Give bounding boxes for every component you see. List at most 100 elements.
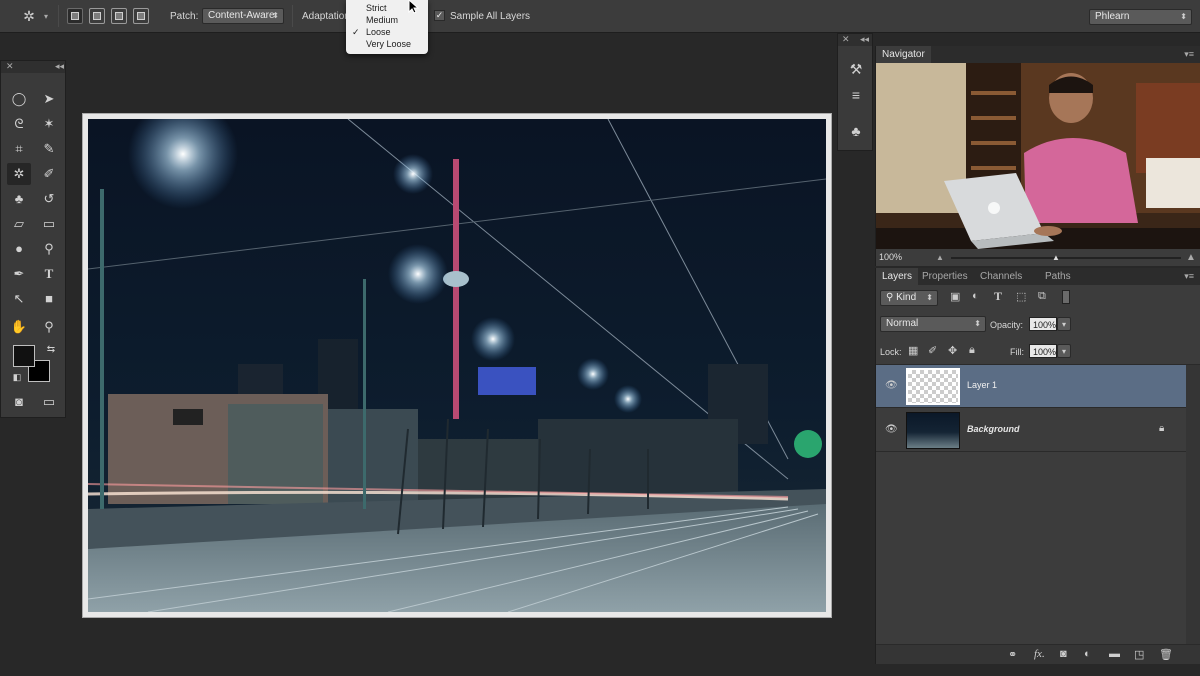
trash-icon[interactable]: 🗑︎ — [1159, 648, 1173, 661]
hand-tool-icon[interactable]: ✋ — [7, 316, 31, 338]
layer-row-layer-1[interactable]: 👁︎ Layer 1 — [876, 365, 1186, 408]
menu-item-loose[interactable]: ✓ Loose — [346, 26, 428, 38]
tab-channels[interactable]: Channels — [974, 268, 1028, 285]
tab-paths[interactable]: Paths — [1039, 268, 1077, 285]
sample-all-layers-label: Sample All Layers — [450, 11, 531, 22]
brush-presets-icon[interactable]: ≡ — [844, 84, 868, 106]
lock-pixels-icon[interactable]: ✐ — [928, 344, 937, 357]
close-icon[interactable]: ✕ — [6, 61, 14, 72]
tab-layers[interactable]: Layers — [876, 268, 919, 285]
navigator-panel: Navigator ▾≡ 100% ▲ ▲ ▲ — [875, 46, 1200, 266]
city-night-photo — [88, 119, 826, 612]
tab-properties[interactable]: Properties — [916, 268, 974, 285]
patch-tool-icon[interactable]: ✲ — [18, 7, 40, 25]
path-selection-tool-icon[interactable]: ↖ — [7, 288, 31, 310]
lock-all-icon[interactable]: 🔒︎ — [969, 344, 975, 357]
fill-label: Fill: — [1010, 347, 1024, 357]
layer-filter-dropdown[interactable]: ⚲ Kind ⬍ — [880, 290, 938, 306]
gradient-tool-icon[interactable]: ▭ — [37, 213, 61, 235]
lock-transparency-icon[interactable]: ▦ — [908, 344, 918, 357]
close-icon[interactable]: ✕ — [842, 34, 850, 45]
zoom-slider[interactable] — [951, 257, 1181, 259]
tool-presets-icon[interactable]: ⚒ — [844, 58, 868, 80]
patch-tool-icon[interactable]: ✲ — [7, 163, 31, 185]
toolbox-header[interactable]: ✕ ◂◂ — [1, 61, 65, 73]
history-brush-tool-icon[interactable]: ↺ — [37, 188, 61, 210]
mask-icon[interactable]: ◙ — [1060, 648, 1067, 660]
eyedropper-tool-icon[interactable]: ✎ — [37, 138, 61, 160]
shape-tool-icon[interactable]: ■ — [37, 288, 61, 310]
document-image[interactable] — [88, 119, 826, 612]
screen-mode-icon[interactable]: ▭ — [37, 391, 61, 413]
blur-tool-icon[interactable]: ● — [7, 238, 31, 260]
adjustment-icon[interactable]: ◐ — [1084, 648, 1091, 660]
fill-input[interactable]: 100% — [1029, 344, 1057, 358]
fill-slider-toggle[interactable]: ▾ — [1057, 344, 1071, 358]
eraser-tool-icon[interactable]: ▱ — [7, 213, 31, 235]
type-filter-icon[interactable]: T — [994, 289, 1002, 304]
lock-icon: 🔒︎ — [1159, 423, 1165, 434]
sample-all-layers-checkbox[interactable]: ✓ — [434, 10, 445, 21]
folder-icon[interactable]: ▬ — [1109, 648, 1120, 660]
move-tool-icon[interactable]: ➤ — [37, 88, 61, 110]
crop-tool-icon[interactable]: ⌗ — [7, 138, 31, 160]
layer-row-background[interactable]: 👁︎ Background 🔒︎ — [876, 409, 1186, 452]
layer-name[interactable]: Layer 1 — [967, 380, 997, 390]
brush-tool-icon[interactable]: ✐ — [37, 163, 61, 185]
panel-menu-icon[interactable]: ▾≡ — [1184, 271, 1194, 282]
visibility-eye-icon[interactable]: 👁︎ — [885, 380, 898, 391]
add-to-selection-button[interactable] — [89, 8, 105, 24]
zoom-tool-icon[interactable]: ⚲ — [37, 316, 61, 338]
opacity-slider-toggle[interactable]: ▾ — [1057, 317, 1071, 331]
menu-item-very-loose[interactable]: Very Loose — [346, 38, 428, 50]
marquee-tool-icon[interactable]: ◯ — [7, 88, 31, 110]
layer-filter-value: Kind — [896, 292, 917, 303]
adjustment-filter-icon[interactable]: ◐ — [972, 290, 979, 302]
zoom-slider-handle[interactable]: ▲ — [1052, 253, 1060, 262]
layers-scrollbar[interactable] — [1186, 365, 1200, 644]
chevron-down-icon: ⬍ — [926, 293, 933, 302]
link-icon[interactable]: ⚭ — [1008, 648, 1017, 661]
default-colors-icon[interactable]: ◧ — [5, 366, 29, 388]
blend-mode-dropdown[interactable]: Normal ⬍ — [880, 316, 986, 332]
lock-position-icon[interactable]: ✥ — [948, 344, 957, 357]
chevron-down-icon: ▾ — [1061, 320, 1066, 329]
collapse-icon[interactable]: ◂◂ — [55, 61, 64, 72]
new-selection-button[interactable] — [67, 8, 83, 24]
tool-preset-caret-icon[interactable]: ▾ — [44, 12, 48, 21]
magic-wand-tool-icon[interactable]: ✶ — [37, 113, 61, 135]
visibility-eye-icon[interactable]: 👁︎ — [885, 424, 898, 435]
shape-filter-icon[interactable]: ⬚ — [1016, 290, 1026, 303]
strip-header[interactable]: ✕ ◂◂ — [838, 34, 872, 46]
checkmark-icon: ✓ — [352, 27, 360, 37]
smart-object-filter-icon[interactable]: ⧉ — [1038, 290, 1046, 303]
type-tool-icon[interactable]: T — [37, 263, 61, 285]
swap-colors-icon[interactable]: ⇆ — [39, 339, 63, 361]
fx-icon[interactable]: fx. — [1034, 648, 1045, 660]
quick-mask-icon[interactable]: ◙ — [7, 391, 31, 413]
opacity-input[interactable]: 100% — [1029, 317, 1057, 331]
clone-source-icon[interactable]: ♣ — [844, 120, 868, 142]
subtract-from-selection-button[interactable] — [111, 8, 127, 24]
menu-item-medium[interactable]: Medium — [346, 14, 428, 26]
dodge-tool-icon[interactable]: ⚲ — [37, 238, 61, 260]
lasso-tool-icon[interactable]: ᘓ — [7, 113, 31, 135]
foreground-color-swatch[interactable] — [13, 345, 35, 367]
tab-navigator[interactable]: Navigator — [876, 46, 931, 63]
collapse-icon[interactable]: ◂◂ — [860, 34, 869, 45]
patch-mode-dropdown[interactable]: Content-Aware ⬍ — [202, 8, 284, 24]
panel-menu-icon[interactable]: ▾≡ — [1184, 49, 1194, 60]
workspace-dropdown[interactable]: Phlearn ⬍ — [1089, 9, 1192, 25]
new-layer-icon[interactable]: ◳ — [1134, 648, 1144, 661]
zoom-in-icon[interactable]: ▲ — [1186, 252, 1196, 263]
navigator-preview[interactable] — [876, 63, 1200, 249]
layer-name[interactable]: Background — [967, 424, 1020, 434]
pen-tool-icon[interactable]: ✒ — [7, 263, 31, 285]
filter-toggle[interactable] — [1062, 290, 1070, 304]
zoom-value[interactable]: 100% — [879, 252, 902, 262]
pixel-filter-icon[interactable]: ▣ — [950, 290, 960, 303]
intersect-selection-button[interactable] — [133, 8, 149, 24]
clone-stamp-tool-icon[interactable]: ♣ — [7, 188, 31, 210]
zoom-out-icon[interactable]: ▲ — [936, 253, 944, 262]
layers-bottom-toolbar: ⚭ fx. ◙ ◐ ▬ ◳ 🗑︎ — [876, 644, 1200, 664]
